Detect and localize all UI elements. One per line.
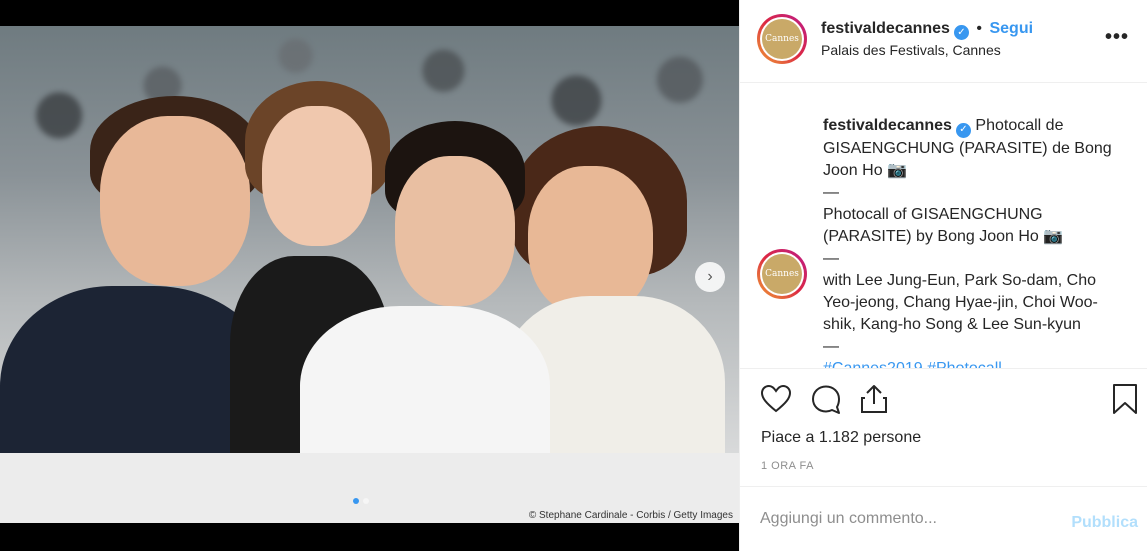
avatar: Cannes	[762, 254, 802, 294]
username-link[interactable]: festivaldecannes	[821, 20, 950, 37]
caption-avatar-ring[interactable]: Cannes	[757, 249, 807, 299]
publish-button[interactable]: Pubblica	[1071, 514, 1138, 532]
comment-input[interactable]	[760, 507, 1050, 531]
person-4-face	[528, 166, 653, 316]
add-comment-bar: Pubblica	[740, 486, 1147, 551]
verified-badge-icon: ✓	[953, 25, 969, 40]
separator-dot: •	[976, 20, 983, 37]
carousel-next-button[interactable]: ›	[695, 262, 725, 292]
post-media: © Stephane Cardinale - Corbis / Getty Im…	[0, 0, 739, 551]
person-1-face	[100, 116, 250, 286]
like-button[interactable]	[760, 383, 792, 415]
verified-badge-icon: ✓	[955, 122, 971, 138]
caption-hashtags[interactable]: #Cannes2019 #Photocall	[823, 358, 1123, 369]
avatar-inner: Cannes	[760, 252, 804, 296]
post-photo[interactable]: © Stephane Cardinale - Corbis / Getty Im…	[0, 26, 739, 523]
follow-button[interactable]: Segui	[989, 20, 1033, 37]
person-2-face	[262, 106, 372, 246]
carousel-dot-active	[353, 498, 359, 504]
carousel-dot	[363, 498, 369, 504]
share-icon	[861, 385, 887, 413]
post-header: Cannes festivaldecannes ✓ • Segui Palais …	[740, 0, 1147, 83]
more-options-icon[interactable]: •••	[1105, 26, 1129, 49]
save-button[interactable]	[1111, 383, 1143, 415]
person-3-face	[395, 156, 515, 306]
header-title-line: festivaldecannes ✓ • Segui	[821, 20, 1033, 40]
share-button[interactable]	[858, 383, 890, 415]
location-link[interactable]: Palais des Festivals, Cannes	[821, 42, 1001, 58]
carousel-indicator	[353, 498, 369, 504]
avatar-inner: Cannes	[760, 17, 804, 61]
caption-line-2: Photocall of GISAENGCHUNG (PARASITE) by …	[823, 205, 1064, 245]
post-caption: festivaldecannes ✓ Photocall de GISAENGCH…	[823, 115, 1123, 368]
likes-count[interactable]: Piace a 1.182 persone	[761, 429, 921, 447]
comments-section[interactable]: festivaldecannes ✓ Photocall de GISAENGCH…	[740, 84, 1147, 368]
post-timestamp[interactable]: 1 ORA FA	[761, 460, 814, 472]
caption-line-3: with Lee Jung-Eun, Park So-dam, Cho Yeo-…	[823, 271, 1098, 333]
comment-button[interactable]	[810, 383, 842, 415]
caption-divider: —	[823, 337, 839, 355]
post-sidebar: Cannes festivaldecannes ✓ • Segui Palais …	[739, 0, 1147, 551]
bookmark-icon	[1113, 384, 1137, 414]
post-actions: Piace a 1.182 persone 1 ORA FA	[740, 368, 1147, 486]
chevron-right-icon: ›	[707, 268, 713, 285]
avatar: Cannes	[762, 19, 802, 59]
caption-divider: —	[823, 249, 839, 267]
photo-credit: © Stephane Cardinale - Corbis / Getty Im…	[528, 510, 733, 521]
comment-icon	[812, 385, 840, 414]
profile-avatar-ring[interactable]: Cannes	[757, 14, 807, 64]
caption-divider: —	[823, 183, 839, 201]
caption-username-link[interactable]: festivaldecannes	[823, 117, 952, 134]
heart-icon	[760, 384, 792, 413]
